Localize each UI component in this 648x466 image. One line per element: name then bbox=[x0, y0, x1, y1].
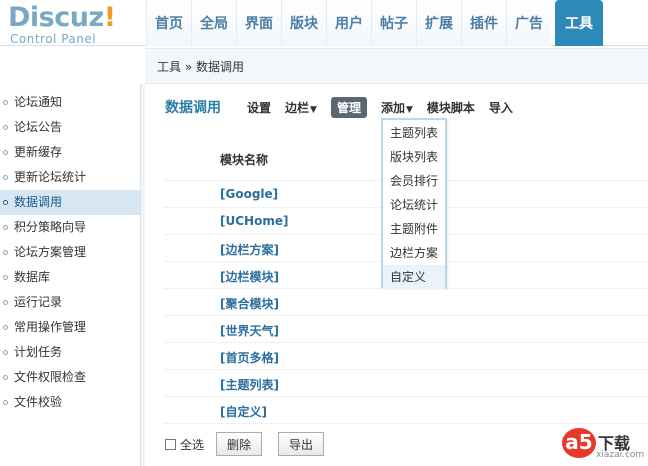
manage-link[interactable]: 管理 bbox=[330, 96, 367, 118]
dropdown-item-sidebar-scheme[interactable]: 边栏方案 bbox=[383, 241, 445, 265]
tab-home[interactable]: 首页 bbox=[146, 0, 191, 46]
module-link[interactable]: [Google] bbox=[220, 187, 278, 201]
add-menu-link[interactable]: 添加▼ bbox=[381, 99, 413, 116]
table-row: [世界天气] bbox=[165, 316, 648, 343]
logo-text: Discuz! bbox=[8, 2, 116, 33]
sidebar-item-update-stats[interactable]: 更新论坛统计 bbox=[0, 165, 140, 190]
sidebar-item-forum-notice[interactable]: 论坛通知 bbox=[0, 90, 140, 115]
bullet-icon bbox=[3, 350, 8, 355]
tab-users[interactable]: 用户 bbox=[326, 0, 371, 46]
tab-posts[interactable]: 帖子 bbox=[371, 0, 416, 46]
toolbar: 数据调用 设置 边栏▼ 管理 添加▼ 模块脚本 导入 bbox=[165, 96, 527, 118]
module-script-link[interactable]: 模块脚本 bbox=[427, 99, 475, 116]
select-all-checkbox[interactable] bbox=[165, 438, 176, 450]
tab-tools[interactable]: 工具 bbox=[555, 0, 603, 46]
bullet-icon bbox=[3, 325, 8, 330]
bullet-icon bbox=[3, 250, 8, 255]
caret-down-icon: ▼ bbox=[310, 104, 317, 115]
tab-forums[interactable]: 版块 bbox=[281, 0, 326, 46]
table-row: [自定义] bbox=[165, 397, 648, 424]
dropdown-item-forum-list[interactable]: 版块列表 bbox=[383, 145, 445, 169]
page-title: 数据调用 bbox=[165, 100, 221, 116]
tab-extensions[interactable]: 扩展 bbox=[416, 0, 461, 46]
dropdown-item-custom[interactable]: 自定义 bbox=[383, 265, 445, 289]
settings-link[interactable]: 设置 bbox=[247, 99, 271, 116]
main-content: 数据调用 设置 边栏▼ 管理 添加▼ 模块脚本 导入 模块名称 [Google]… bbox=[145, 84, 648, 466]
sidebar-item-update-cache[interactable]: 更新缓存 bbox=[0, 140, 140, 165]
header: Discuz! Control Panel 首页 全局 界面 版块 用户 帖子 … bbox=[0, 0, 648, 46]
module-link[interactable]: [主题列表] bbox=[220, 376, 279, 393]
bullet-icon bbox=[3, 225, 8, 230]
sidebar-item-file-verify[interactable]: 文件校验 bbox=[0, 390, 140, 415]
module-link[interactable]: [边栏方案] bbox=[220, 241, 279, 258]
sidebar-menu-link[interactable]: 边栏▼ bbox=[285, 99, 317, 116]
table-row: [首页多格] bbox=[165, 343, 648, 370]
a5-logo-icon: a5 bbox=[562, 428, 596, 458]
top-nav: 首页 全局 界面 版块 用户 帖子 扩展 插件 广告 工具 bbox=[146, 0, 603, 46]
watermark-url: xiazai.com bbox=[596, 450, 645, 460]
module-link[interactable]: [自定义] bbox=[220, 403, 267, 420]
select-all-label: 全选 bbox=[180, 437, 205, 452]
a5-watermark: a5 下载 xiazai.com bbox=[562, 428, 644, 462]
delete-button[interactable]: 删除 bbox=[216, 432, 263, 456]
module-link[interactable]: [UCHome] bbox=[220, 214, 288, 228]
table-row: [主题列表] bbox=[165, 370, 648, 397]
sidebar: 论坛通知 论坛公告 更新缓存 更新论坛统计 数据调用 积分策略向导 论坛方案管理… bbox=[0, 84, 140, 466]
table-row: [聚合模块] bbox=[165, 289, 648, 316]
bullet-icon bbox=[3, 125, 8, 130]
sidebar-item-file-perms[interactable]: 文件权限检查 bbox=[0, 365, 140, 390]
bullet-icon bbox=[3, 400, 8, 405]
tab-global[interactable]: 全局 bbox=[191, 0, 236, 46]
breadcrumb: 工具 » 数据调用 bbox=[145, 48, 648, 84]
bullet-icon bbox=[3, 375, 8, 380]
column-header-module-name: 模块名称 bbox=[220, 153, 269, 167]
caret-down-icon: ▼ bbox=[405, 104, 413, 115]
dropdown-item-forum-stats[interactable]: 论坛统计 bbox=[383, 193, 445, 217]
import-link[interactable]: 导入 bbox=[489, 99, 513, 116]
export-button[interactable]: 导出 bbox=[278, 432, 325, 456]
sidebar-item-database[interactable]: 数据库 bbox=[0, 265, 140, 290]
dropdown-item-thread-list[interactable]: 主题列表 bbox=[383, 121, 445, 145]
sidebar-item-data-call[interactable]: 数据调用 bbox=[0, 190, 140, 215]
dropdown-item-thread-attach[interactable]: 主题附件 bbox=[383, 217, 445, 241]
footer-actions: 全选 删除 导出 bbox=[165, 432, 340, 456]
module-link[interactable]: [聚合模块] bbox=[220, 295, 279, 312]
sidebar-item-logs[interactable]: 运行记录 bbox=[0, 290, 140, 315]
bullet-icon bbox=[3, 175, 8, 180]
sidebar-item-scheme-manage[interactable]: 论坛方案管理 bbox=[0, 240, 140, 265]
bullet-icon bbox=[3, 300, 8, 305]
module-link[interactable]: [世界天气] bbox=[220, 322, 279, 339]
discuz-logo[interactable]: Discuz! Control Panel bbox=[8, 2, 140, 47]
sidebar-item-credit-wizard[interactable]: 积分策略向导 bbox=[0, 215, 140, 240]
bullet-icon bbox=[3, 150, 8, 155]
bullet-icon bbox=[3, 200, 8, 205]
logo-subtitle: Control Panel bbox=[10, 32, 97, 46]
sidebar-item-cron[interactable]: 计划任务 bbox=[0, 340, 140, 365]
tab-plugins[interactable]: 插件 bbox=[461, 0, 506, 46]
module-link[interactable]: [边栏模块] bbox=[220, 268, 279, 285]
dropdown-item-member-rank[interactable]: 会员排行 bbox=[383, 169, 445, 193]
breadcrumb-text: 工具 » 数据调用 bbox=[157, 59, 244, 74]
bullet-icon bbox=[3, 100, 8, 105]
add-dropdown-menu: 主题列表 版块列表 会员排行 论坛统计 主题附件 边栏方案 自定义 bbox=[381, 118, 447, 289]
sidebar-item-common-ops[interactable]: 常用操作管理 bbox=[0, 315, 140, 340]
tab-interface[interactable]: 界面 bbox=[236, 0, 281, 46]
tab-ads[interactable]: 广告 bbox=[506, 0, 551, 46]
bullet-icon bbox=[3, 275, 8, 280]
module-link[interactable]: [首页多格] bbox=[220, 349, 279, 366]
sidebar-item-announcements[interactable]: 论坛公告 bbox=[0, 115, 140, 140]
